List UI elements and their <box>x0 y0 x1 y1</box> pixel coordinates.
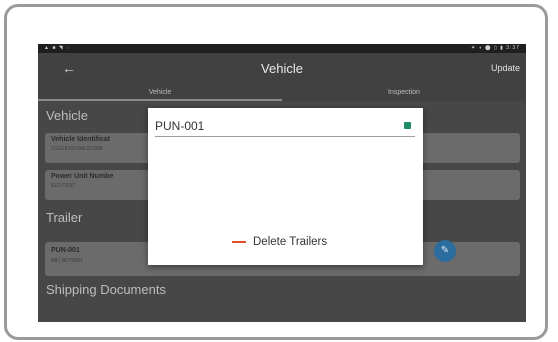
status-icons-left: ▲ ■ ◥ ◌ <box>44 45 70 51</box>
page-title: Vehicle <box>261 61 303 76</box>
trailer-dialog: PUN-001 Delete Trailers <box>148 108 423 265</box>
section-shipping-title: Shipping Documents <box>46 282 166 297</box>
tab-bar: Vehicle Inspection <box>38 87 526 101</box>
check-icon[interactable] <box>404 122 411 129</box>
card-title: Power Unit Numbe <box>51 173 114 180</box>
section-trailer-title: Trailer <box>46 210 83 225</box>
trailer-input-value: PUN-001 <box>155 119 205 133</box>
card-title: PUN-001 <box>51 247 80 254</box>
card-subtitle: 1GCEK19TX4E301998 <box>51 146 103 152</box>
trailer-input[interactable]: PUN-001 <box>155 118 415 137</box>
card-title: Vehicle Identificat <box>51 136 111 143</box>
tab-vehicle[interactable]: Vehicle <box>38 89 282 96</box>
tab-inspection[interactable]: Inspection <box>282 89 526 96</box>
edit-fab-button[interactable]: ✎ <box>434 240 456 262</box>
delete-trailers-label: Delete Trailers <box>253 236 328 248</box>
app-bar: ← Vehicle Update <box>38 53 526 87</box>
status-icons-right: ✦ ◖ ⬤ ▯ ▮ 3:37 <box>471 45 520 51</box>
card-subtitle: AB | BDY0001 <box>51 258 84 264</box>
status-bar: ▲ ■ ◥ ◌ ✦ ◖ ⬤ ▯ ▮ 3:37 <box>38 44 526 53</box>
update-button[interactable]: Update <box>491 63 520 73</box>
card-subtitle: ELD-TEST <box>51 183 76 189</box>
section-vehicle-title: Vehicle <box>46 108 88 123</box>
pencil-icon: ✎ <box>440 245 450 256</box>
minus-icon <box>232 241 246 243</box>
